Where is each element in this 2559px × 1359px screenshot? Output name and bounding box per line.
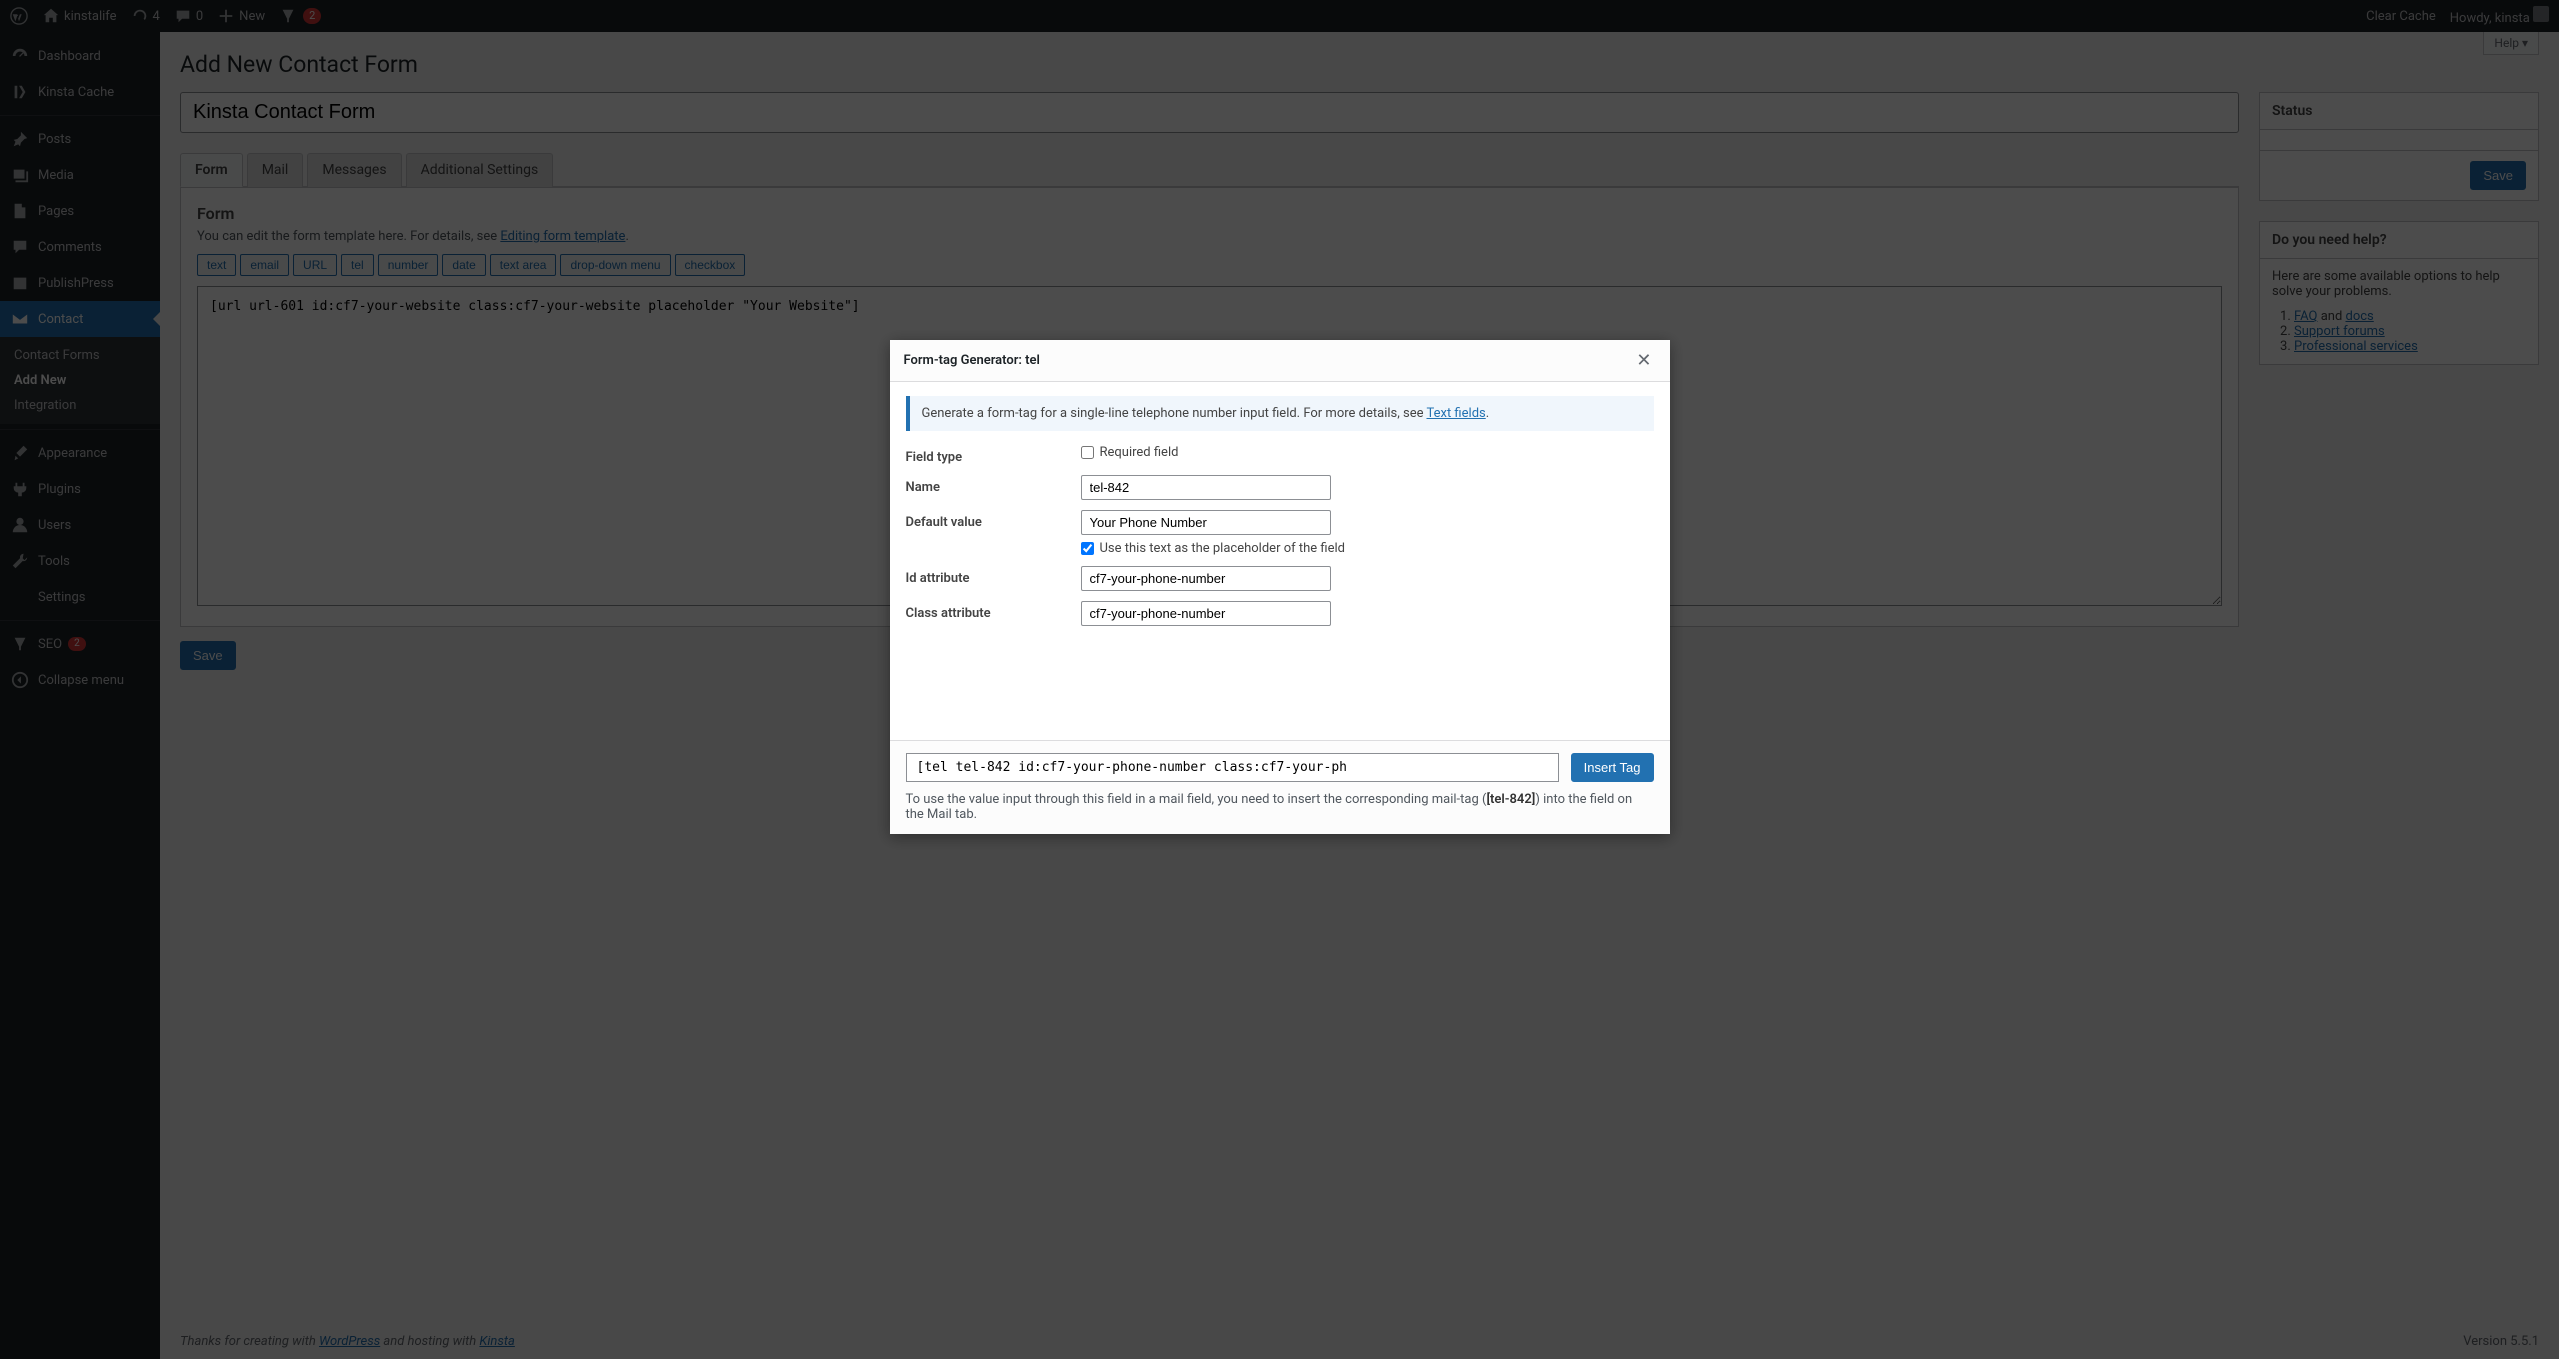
generated-tag-output[interactable] — [906, 753, 1559, 782]
placeholder-checkbox[interactable] — [1081, 542, 1094, 555]
class-attribute-input[interactable] — [1081, 601, 1331, 626]
required-checkbox-label[interactable]: Required field — [1081, 445, 1654, 460]
insert-tag-button[interactable]: Insert Tag — [1571, 753, 1654, 782]
id-attribute-input[interactable] — [1081, 566, 1331, 591]
mail-tag-note: To use the value input through this fiel… — [906, 792, 1654, 822]
dialog-title: Form-tag Generator: tel — [904, 353, 1040, 368]
close-icon[interactable]: ✕ — [1632, 350, 1655, 371]
class-attribute-label: Class attribute — [906, 601, 1081, 621]
placeholder-checkbox-label[interactable]: Use this text as the placeholder of the … — [1081, 541, 1654, 556]
dialog-info: Generate a form-tag for a single-line te… — [906, 396, 1654, 431]
default-value-label: Default value — [906, 510, 1081, 530]
field-type-label: Field type — [906, 445, 1081, 465]
text-fields-link[interactable]: Text fields — [1426, 406, 1485, 421]
name-input[interactable] — [1081, 475, 1331, 500]
name-label: Name — [906, 475, 1081, 495]
required-checkbox[interactable] — [1081, 446, 1094, 459]
form-tag-generator-dialog: Form-tag Generator: tel ✕ Generate a for… — [890, 340, 1670, 834]
id-attribute-label: Id attribute — [906, 566, 1081, 586]
default-value-input[interactable] — [1081, 510, 1331, 535]
